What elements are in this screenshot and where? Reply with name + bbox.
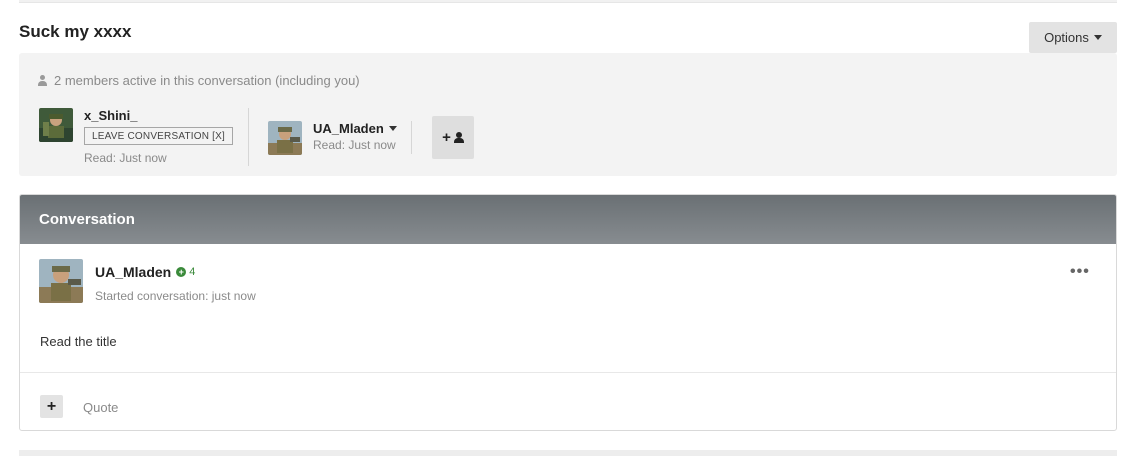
caret-down-icon xyxy=(1093,35,1102,40)
add-user-button[interactable]: + xyxy=(432,116,474,159)
post-meta: Started conversation: just now xyxy=(95,289,256,303)
more-horizontal-icon[interactable]: ••• xyxy=(1070,263,1090,281)
leave-conversation-button[interactable]: LEAVE CONVERSATION [X] xyxy=(84,127,233,145)
conversation-panel: Conversation UA_Mladen + 4 Started conve… xyxy=(19,194,1117,431)
member-read-status-ua-mladen: Read: Just now xyxy=(313,138,396,152)
options-button[interactable]: Options xyxy=(1029,22,1117,53)
avatar-ua-mladen[interactable] xyxy=(268,121,302,155)
quote-button[interactable]: Quote xyxy=(83,400,118,415)
members-summary-text: 2 members active in this conversation (i… xyxy=(54,73,360,88)
plus-icon: + xyxy=(442,129,451,146)
options-label: Options xyxy=(1044,30,1089,45)
user-icon xyxy=(38,75,47,86)
conversation-title: Conversation xyxy=(39,211,135,228)
post-body: Read the title xyxy=(40,334,117,349)
member-divider xyxy=(411,121,412,154)
reputation-count: 4 xyxy=(189,266,196,278)
member-name-x-shini[interactable]: x_Shini_ xyxy=(84,108,137,123)
avatar-x-shini[interactable] xyxy=(39,108,73,142)
member-name-ua-mladen-label: UA_Mladen xyxy=(313,121,384,136)
top-divider xyxy=(19,0,1117,3)
multiquote-button[interactable]: + xyxy=(40,395,63,418)
reputation-plus-icon: + xyxy=(176,267,187,277)
member-divider xyxy=(248,108,249,166)
add-user-icon xyxy=(453,132,464,143)
conversation-header: Conversation xyxy=(20,195,1116,244)
caret-down-icon xyxy=(388,126,397,131)
reputation-badge[interactable]: + 4 xyxy=(176,266,195,278)
member-name-ua-mladen[interactable]: UA_Mladen xyxy=(313,121,397,136)
post-author: UA_Mladen + 4 xyxy=(95,264,195,280)
bottom-panel-edge xyxy=(19,450,1117,456)
participants-panel: 2 members active in this conversation (i… xyxy=(19,53,1117,176)
post-author-avatar[interactable] xyxy=(39,259,83,303)
page-title: Suck my xxxx xyxy=(19,22,132,41)
member-read-status-x-shini: Read: Just now xyxy=(84,151,167,165)
members-summary: 2 members active in this conversation (i… xyxy=(38,73,360,88)
post-divider xyxy=(20,372,1116,373)
post-author-name[interactable]: UA_Mladen xyxy=(95,264,171,280)
